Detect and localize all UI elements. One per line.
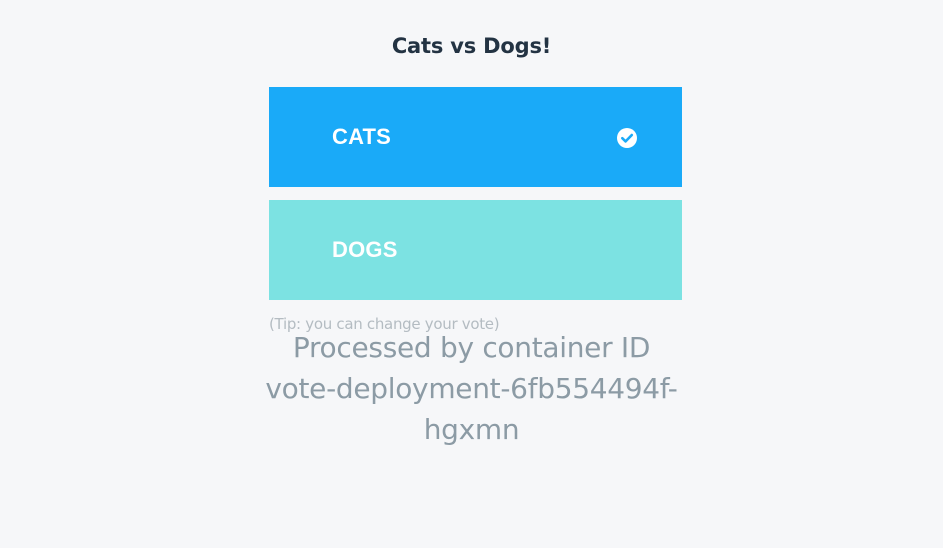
vote-cats-button[interactable]: CATS [269,87,682,187]
container-id-line-2: vote-deployment-6fb554494f- [265,372,678,405]
vote-page: Cats vs Dogs! CATS DOGS (Tip: you can ch… [0,0,943,548]
container-id-line-3: hgxmn [423,413,520,446]
container-id-line-1: Processed by container ID [292,331,651,364]
vote-dogs-button[interactable]: DOGS [269,200,682,300]
vote-cats-label: CATS [332,124,392,149]
check-circle-icon [617,128,637,148]
vote-dogs-label: DOGS [332,237,398,262]
page-title: Cats vs Dogs! [391,34,552,58]
container-id-info: Processed by container ID vote-deploymen… [0,327,943,450]
